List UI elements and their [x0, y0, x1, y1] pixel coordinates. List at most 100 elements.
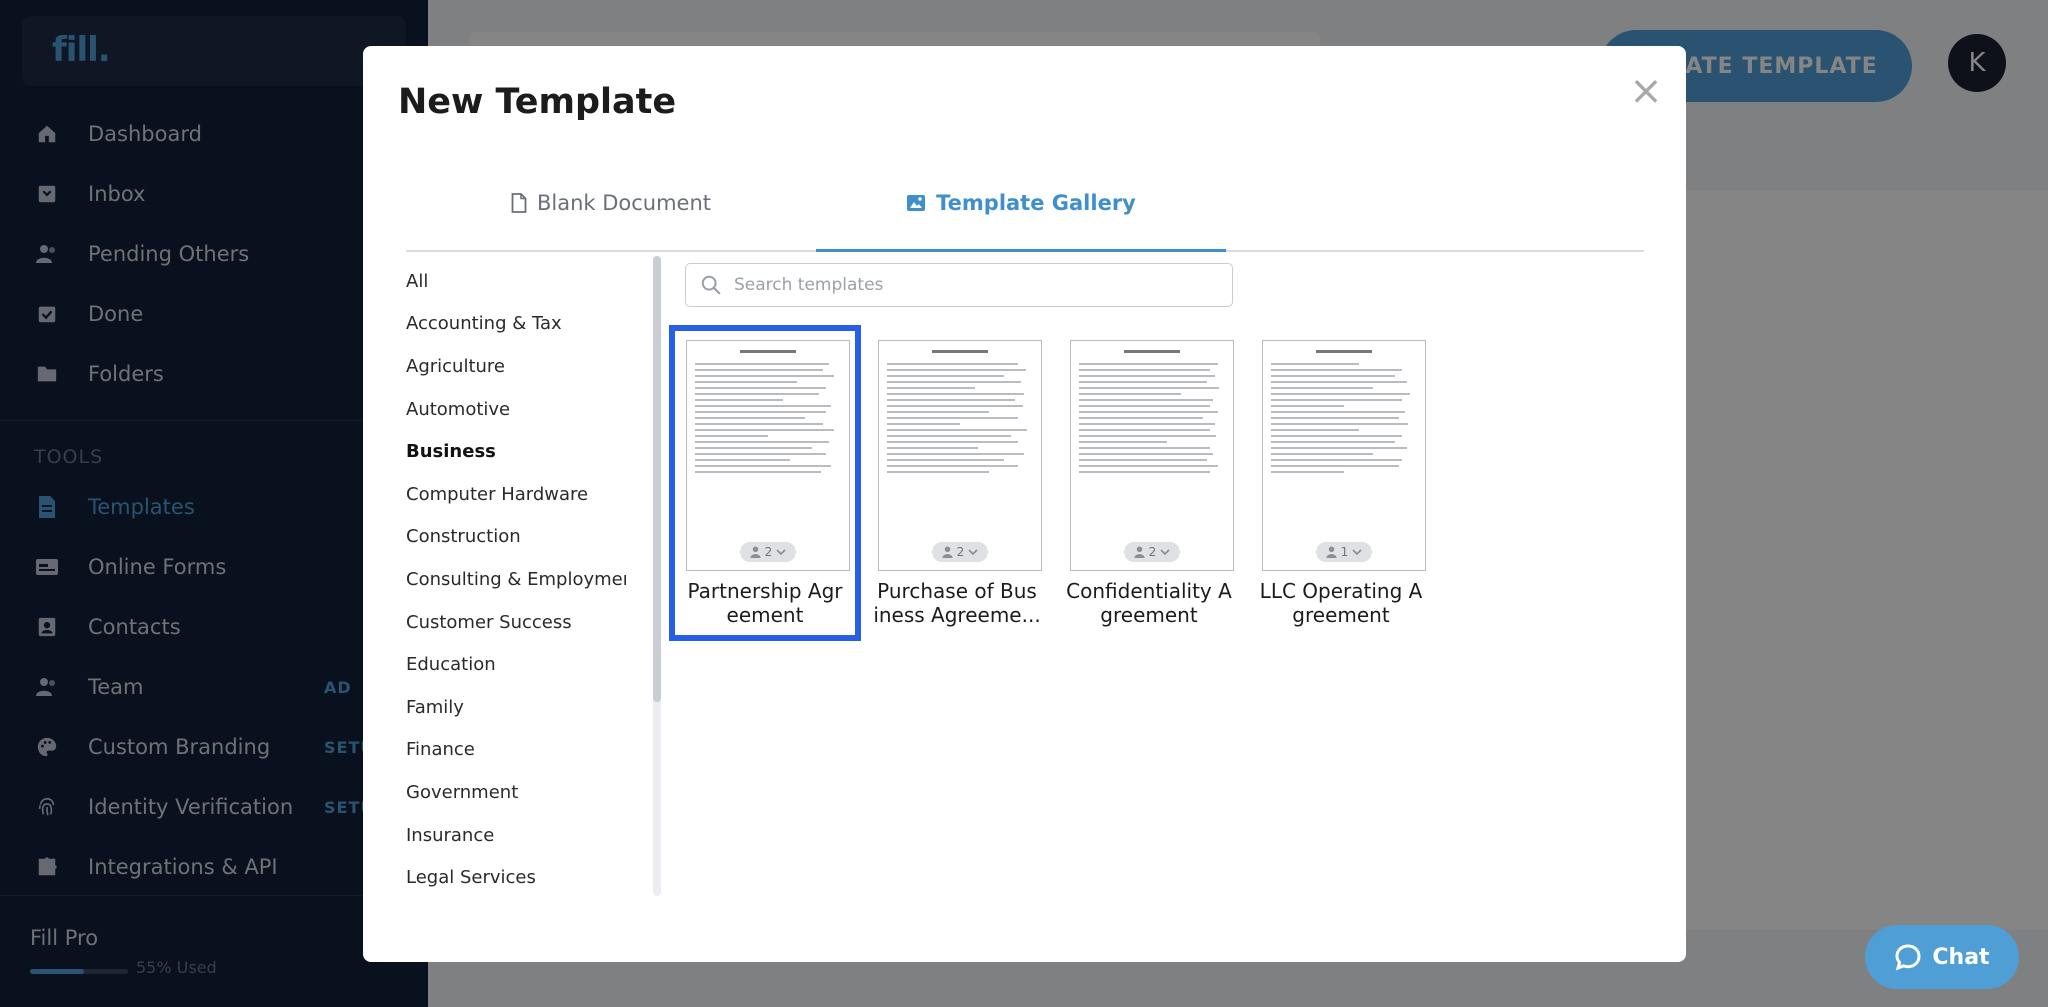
category-item[interactable]: Business: [406, 430, 626, 473]
doc-text-line: [695, 429, 834, 431]
doc-text-line: [887, 369, 1026, 371]
doc-title-line: [1316, 350, 1372, 353]
doc-text-line: [695, 393, 819, 395]
template-thumbnail: 1: [1262, 340, 1426, 571]
doc-text-line: [695, 405, 831, 407]
doc-text-line: [1079, 399, 1213, 401]
signer-count: 2: [1148, 545, 1157, 559]
doc-text-line: [1079, 387, 1219, 389]
signer-count-badge[interactable]: 2: [932, 542, 988, 562]
category-item[interactable]: Education: [406, 643, 626, 686]
category-list: All Accounting & Tax Agriculture Automotive…: [406, 260, 626, 900]
doc-text-line: [1271, 465, 1399, 467]
doc-text-line: [1079, 417, 1203, 419]
doc-text-line: [887, 465, 1018, 467]
chevron-down-icon: [776, 548, 786, 555]
doc-text-line: [887, 405, 1023, 407]
doc-text-line: [1079, 471, 1210, 473]
category-item[interactable]: Computer Hardware: [406, 473, 626, 516]
category-item[interactable]: All: [406, 260, 626, 303]
doc-text-line: [887, 453, 1024, 455]
new-template-modal: New Template × Blank Document Template G…: [363, 46, 1686, 962]
category-item[interactable]: Legal Services: [406, 856, 626, 899]
category-scrollbar[interactable]: [653, 256, 661, 896]
doc-text-line: [1271, 459, 1402, 461]
doc-text-line: [887, 417, 1018, 419]
signer-count-badge[interactable]: 2: [740, 542, 796, 562]
template-card[interactable]: 2 Purchase of Bus iness Agreeme...: [861, 325, 1053, 641]
category-item[interactable]: Logistics & Transportation: [406, 899, 626, 900]
signer-count-badge[interactable]: 2: [1124, 542, 1180, 562]
doc-text-line: [695, 411, 826, 413]
doc-text-line: [887, 447, 978, 449]
doc-text-line: [1271, 471, 1344, 473]
doc-text-line: [695, 471, 821, 473]
category-item[interactable]: Insurance: [406, 814, 626, 857]
modal-title: New Template: [398, 82, 677, 122]
doc-text-line: [695, 435, 768, 437]
doc-text-line: [695, 387, 826, 389]
doc-text-line: [1079, 423, 1215, 425]
chevron-down-icon: [968, 548, 978, 555]
category-item[interactable]: Family: [406, 686, 626, 729]
doc-text-line: [1079, 405, 1210, 407]
category-item[interactable]: Customer Success: [406, 601, 626, 644]
doc-text-line: [887, 471, 989, 473]
doc-text-line: [1079, 441, 1167, 443]
category-item[interactable]: Accounting & Tax: [406, 303, 626, 346]
template-card[interactable]: 2 Confidentiality A greement: [1053, 325, 1245, 641]
category-item[interactable]: Consulting & Employment: [406, 558, 626, 601]
close-icon[interactable]: ×: [1629, 71, 1663, 111]
search-input[interactable]: [734, 275, 1214, 295]
doc-title-line: [932, 350, 988, 353]
category-item[interactable]: Government: [406, 771, 626, 814]
search-icon: [701, 275, 721, 295]
category-item[interactable]: Construction: [406, 516, 626, 559]
signer-count: 2: [764, 545, 773, 559]
doc-text-line: [1079, 411, 1218, 413]
template-thumbnail: 2: [1070, 340, 1234, 571]
doc-text-line: [695, 399, 783, 401]
doc-text-line: [887, 381, 1021, 383]
tab-template-gallery[interactable]: Template Gallery: [816, 156, 1226, 252]
template-card[interactable]: 2 Partnership Agr eement: [669, 325, 861, 641]
doc-text-line: [1079, 435, 1216, 437]
doc-text-line: [1271, 387, 1373, 389]
category-item[interactable]: Automotive: [406, 388, 626, 431]
category-item[interactable]: Finance: [406, 729, 626, 772]
person-icon: [942, 546, 953, 558]
doc-text-line: [695, 441, 829, 443]
doc-text-line: [1271, 411, 1405, 413]
doc-text-line: [1271, 429, 1359, 431]
doc-text-line: [1079, 459, 1207, 461]
doc-title-line: [1124, 350, 1180, 353]
category-item[interactable]: Agriculture: [406, 345, 626, 388]
doc-text-line: [695, 381, 797, 383]
tab-blank-document[interactable]: Blank Document: [406, 156, 816, 250]
doc-text-line: [695, 363, 829, 365]
template-thumbnail: 2: [686, 340, 850, 571]
scrollbar-thumb[interactable]: [653, 256, 661, 702]
doc-text-line: [887, 363, 1018, 365]
chat-button[interactable]: Chat: [1865, 925, 2019, 989]
doc-text-line: [1271, 453, 1373, 455]
doc-text-line: [695, 417, 805, 419]
doc-text-line: [1079, 429, 1210, 431]
tab-label: Blank Document: [536, 191, 712, 215]
doc-text-line: [1079, 375, 1215, 377]
doc-text-line: [1271, 417, 1399, 419]
signer-count: 1: [1340, 545, 1349, 559]
tab-label: Template Gallery: [936, 190, 1136, 215]
doc-text-line: [1271, 435, 1402, 437]
doc-text-line: [887, 411, 989, 413]
doc-text-line: [1079, 381, 1207, 383]
doc-text-line: [695, 369, 823, 371]
template-card[interactable]: 1 LLC Operating A greement: [1245, 325, 1437, 641]
image-icon: [906, 194, 926, 212]
doc-text-line: [1271, 399, 1402, 401]
doc-text-line: [1079, 369, 1210, 371]
doc-text-line: [1271, 363, 1359, 365]
signer-count-badge[interactable]: 1: [1316, 542, 1372, 562]
doc-text-line: [1271, 405, 1344, 407]
doc-text-line: [1271, 447, 1407, 449]
